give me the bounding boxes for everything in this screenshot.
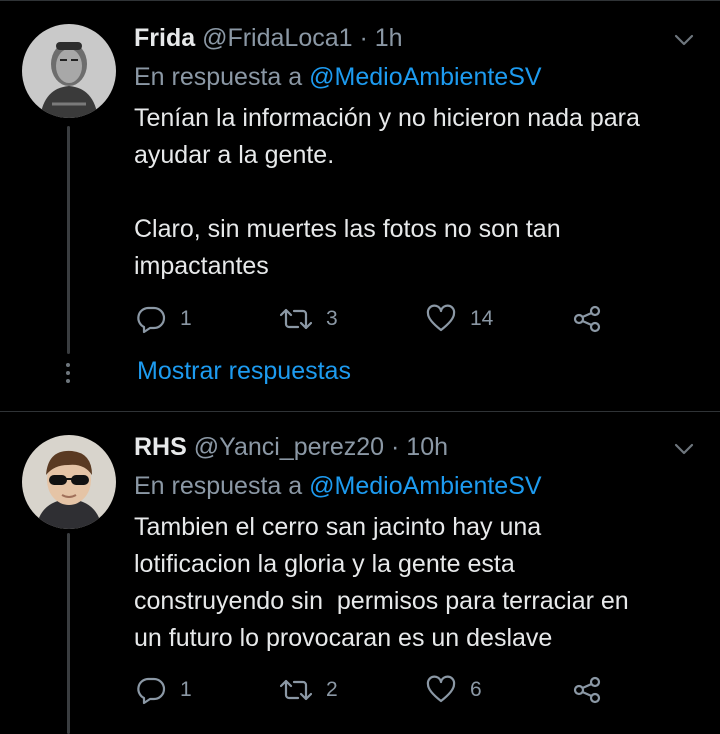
- text-line: un futuro lo provocaran es un deslave: [134, 624, 553, 652]
- share-icon: [572, 675, 602, 705]
- reply-prefix: En respuesta a: [134, 63, 303, 91]
- thread-line: [67, 533, 70, 734]
- text-line: lotificacion la gloria y la gente esta: [134, 550, 515, 578]
- thread-line: [67, 126, 70, 354]
- text-line: ayudar a la gente.: [134, 141, 335, 169]
- text-line: Tenían la información y no hicieron nada…: [134, 104, 640, 132]
- chevron-down-icon[interactable]: [672, 437, 696, 461]
- tweet-actions: 1 2 6: [134, 673, 614, 707]
- retweet-icon: [280, 304, 312, 334]
- timestamp[interactable]: 1h: [375, 24, 403, 52]
- tweet-header: Frida @FridaLoca1 · 1h: [134, 24, 403, 53]
- user-handle[interactable]: @FridaLoca1: [202, 24, 352, 52]
- share-button[interactable]: [572, 673, 602, 707]
- text-line: construyendo sin permisos para terraciar…: [134, 587, 629, 615]
- reply-context: En respuesta a @MedioAmbienteSV: [134, 472, 542, 501]
- user-handle[interactable]: @Yanci_perez20: [194, 433, 384, 461]
- reply-prefix: En respuesta a: [134, 472, 303, 500]
- tweet-actions: 1 3 14: [134, 302, 614, 336]
- reply-mention-link[interactable]: @MedioAmbienteSV: [309, 472, 541, 500]
- reply-icon: [136, 675, 166, 705]
- like-count: 14: [470, 307, 494, 330]
- reply-count: 1: [180, 307, 192, 330]
- text-line: impactantes: [134, 252, 269, 280]
- separator: ·: [391, 433, 400, 461]
- share-icon: [572, 304, 602, 334]
- text-line: Tambien el cerro san jacinto hay una: [134, 513, 542, 541]
- retweet-button[interactable]: 3: [280, 302, 338, 336]
- tweet-header: RHS @Yanci_perez20 · 10h: [134, 433, 448, 462]
- tweet-text: Tambien el cerro san jacinto hay una lot…: [134, 509, 704, 657]
- show-replies-link[interactable]: Mostrar respuestas: [137, 357, 351, 386]
- heart-icon: [426, 304, 456, 334]
- retweet-button[interactable]: 2: [280, 673, 338, 707]
- retweet-count: 3: [326, 307, 338, 330]
- thread-dots: [65, 363, 71, 387]
- retweet-count: 2: [326, 678, 338, 701]
- like-button[interactable]: 6: [426, 673, 482, 707]
- reply-count: 1: [180, 678, 192, 701]
- display-name[interactable]: RHS: [134, 433, 187, 461]
- tweet-divider: [0, 411, 720, 412]
- like-button[interactable]: 14: [426, 302, 493, 336]
- reply-context: En respuesta a @MedioAmbienteSV: [134, 63, 542, 92]
- tweet-text: Tenían la información y no hicieron nada…: [134, 100, 704, 285]
- avatar[interactable]: [22, 24, 116, 118]
- reply-mention-link[interactable]: @MedioAmbienteSV: [309, 63, 541, 91]
- chevron-down-icon[interactable]: [672, 28, 696, 52]
- reply-button[interactable]: 1: [136, 673, 192, 707]
- retweet-icon: [280, 675, 312, 705]
- tweet-rhs[interactable]: RHS @Yanci_perez20 · 10h En respuesta a …: [0, 413, 720, 734]
- timestamp[interactable]: 10h: [406, 433, 448, 461]
- heart-icon: [426, 675, 456, 705]
- text-line: [134, 174, 704, 211]
- text-line: Claro, sin muertes las fotos no son tan: [134, 215, 561, 243]
- display-name[interactable]: Frida: [134, 24, 195, 52]
- tweet-frida[interactable]: Frida @FridaLoca1 · 1h En respuesta a @M…: [0, 0, 720, 412]
- reply-button[interactable]: 1: [136, 302, 192, 336]
- avatar[interactable]: [22, 435, 116, 529]
- share-button[interactable]: [572, 302, 602, 336]
- reply-icon: [136, 304, 166, 334]
- separator: ·: [359, 24, 368, 52]
- like-count: 6: [470, 678, 482, 701]
